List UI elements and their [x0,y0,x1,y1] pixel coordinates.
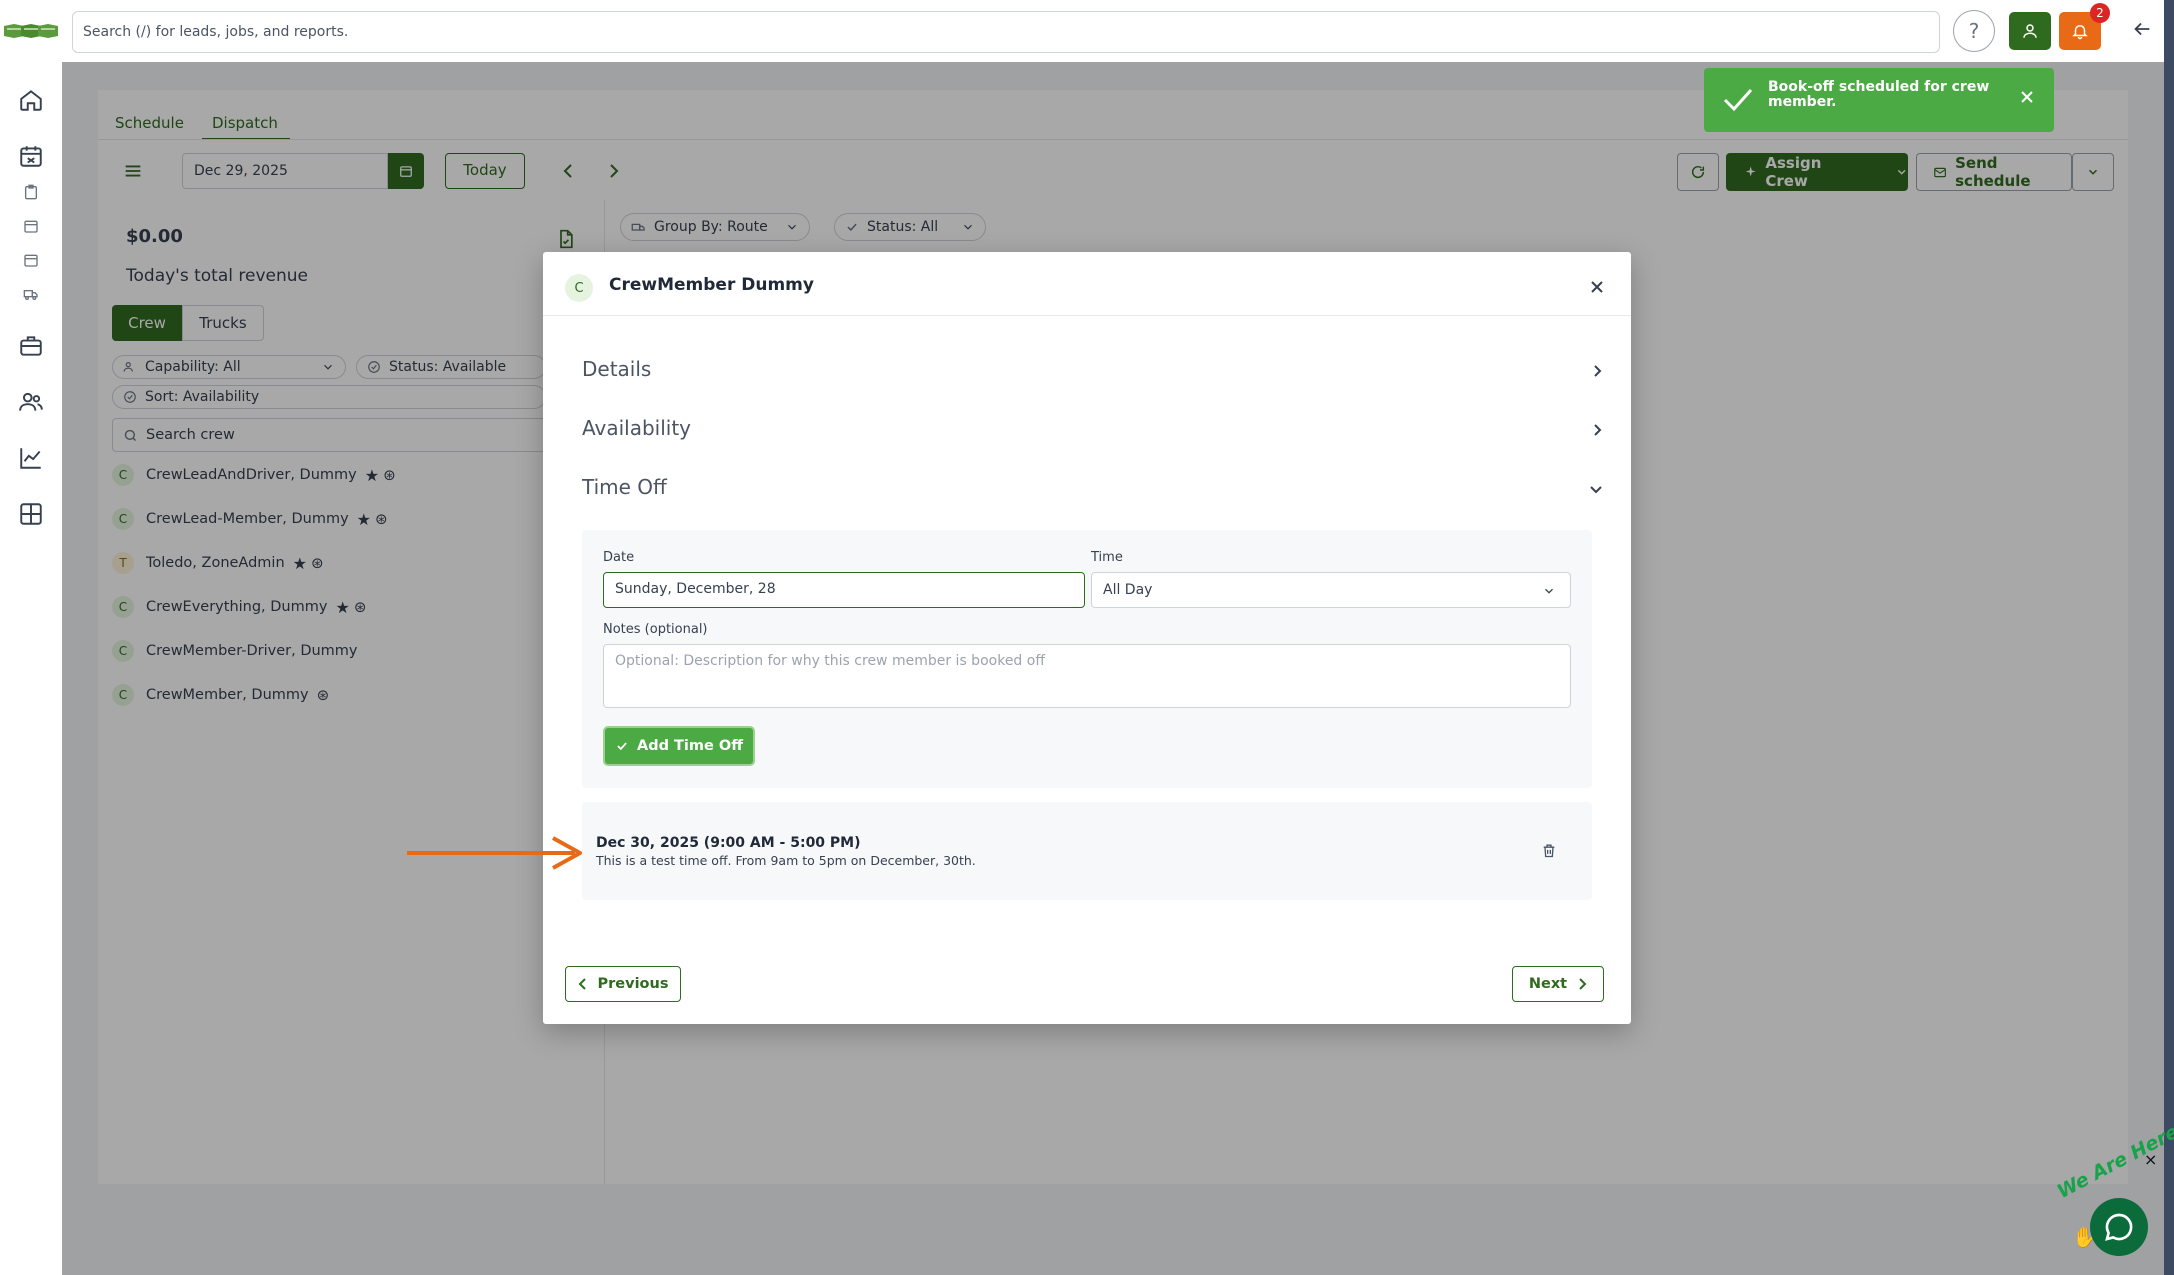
user-profile-button[interactable] [2009,12,2051,50]
previous-button[interactable]: Previous [565,966,681,1002]
chat-bubble-icon [2105,1213,2133,1241]
arrow-left-icon [2134,22,2150,36]
grid-icon[interactable] [17,500,45,528]
time-off-date-input[interactable]: Sunday, December, 28 [603,572,1085,608]
close-icon[interactable] [1589,279,1605,295]
crew-member-modal: C CrewMember Dummy Details Availability … [543,252,1631,1024]
logo[interactable] [2,20,60,42]
section-availability[interactable]: Availability [582,416,1604,448]
clipboard-icon[interactable] [17,178,45,206]
left-nav-rail [0,62,62,1275]
chevron-down-icon [1590,486,1602,494]
chevron-left-icon [578,978,586,990]
users-icon[interactable] [17,388,45,416]
notification-badge: 2 [2090,3,2110,23]
check-icon [1723,88,1753,112]
briefcase-icon[interactable] [17,332,45,360]
time-off-entry-description: This is a test time off. From 9am to 5pm… [596,853,976,868]
section-availability-title: Availability [582,416,692,440]
time-off-entry: Dec 30, 2025 (9:00 AM - 5:00 PM) This is… [582,802,1592,900]
global-search-input[interactable]: Search (/) for leads, jobs, and reports. [72,11,1940,53]
add-time-off-button[interactable]: Add Time Off [603,726,755,766]
section-details-title: Details [582,357,652,381]
section-time-off[interactable]: Time Off [582,475,1604,507]
chart-icon[interactable] [17,444,45,472]
chevron-right-icon [1579,978,1587,990]
calendar-small-icon[interactable] [17,212,45,240]
notes-textarea[interactable]: Optional: Description for why this crew … [603,644,1571,708]
bell-icon [2072,25,2088,40]
chat-launcher-button[interactable] [2090,1198,2148,1256]
chevron-right-icon [1594,365,1602,377]
date-label: Date [603,550,635,565]
user-icon [2023,24,2037,38]
time-select-value: All Day [1103,582,1153,598]
window-edge [2164,0,2174,1275]
modal-title: CrewMember Dummy [609,275,814,295]
time-select[interactable]: All Day [1091,572,1571,608]
time-label: Time [1091,550,1123,565]
home-icon[interactable] [17,86,45,114]
chevron-down-icon [1545,588,1553,594]
section-time-off-title: Time Off [582,475,667,499]
close-icon[interactable] [2020,90,2034,104]
calendar-small-icon[interactable] [17,246,45,274]
time-off-form: Date Sunday, December, 28 Time All Day N… [582,530,1592,788]
collapse-back-button[interactable] [2131,18,2153,40]
notes-label: Notes (optional) [603,622,708,637]
trash-icon[interactable] [1541,842,1557,859]
time-off-entry-title: Dec 30, 2025 (9:00 AM - 5:00 PM) [596,835,861,851]
question-icon: ? [1968,19,1980,43]
top-bar: Search (/) for leads, jobs, and reports.… [0,0,2174,62]
next-label: Next [1528,976,1568,992]
check-icon [617,742,627,751]
success-toast: Book-off scheduled for crew member. [1704,68,2054,132]
truck-icon[interactable] [17,280,45,308]
next-button[interactable]: Next [1512,966,1604,1002]
modal-header-divider [543,315,1631,316]
toast-message: Book-off scheduled for crew member. [1768,79,1990,110]
calendar-icon[interactable] [17,142,45,170]
previous-label: Previous [597,976,669,992]
chevron-right-icon [1594,424,1602,436]
annotation-arrow-icon [407,836,582,870]
add-time-off-label: Add Time Off [637,738,743,754]
help-button[interactable]: ? [1953,10,1995,52]
section-details[interactable]: Details [582,357,1604,389]
modal-avatar: C [565,274,593,302]
